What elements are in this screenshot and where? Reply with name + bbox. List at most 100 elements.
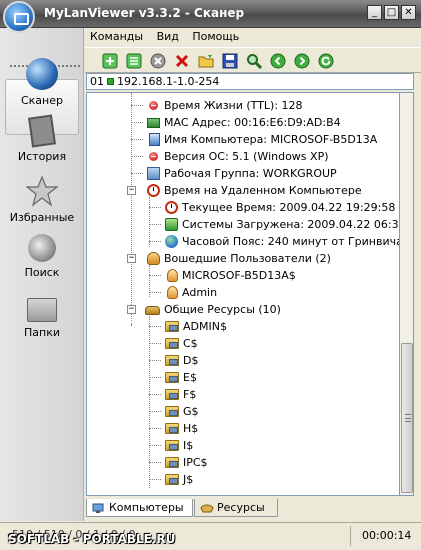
tree-row[interactable]: C$	[87, 335, 397, 352]
refresh-icon[interactable]	[317, 52, 335, 69]
tree-row[interactable]: MAC Адрес: 00:16:E6:D9:AD:B4	[87, 114, 397, 131]
share-icon	[145, 306, 160, 315]
tree-row[interactable]: Часовой Пояс: 240 минут от Гринвича	[87, 233, 399, 250]
tree-row[interactable]: Рабочая Группа: WORKGROUP	[87, 165, 397, 182]
workgroup-icon	[147, 167, 160, 180]
title-bar: MyLanViewer v3.3.2 - Сканер _ □ ✕	[0, 0, 421, 28]
tree-row[interactable]: I$	[87, 437, 397, 454]
sidebar-item-scanner[interactable]: Сканер	[0, 58, 84, 107]
sidebar-item-label: Папки	[24, 326, 60, 339]
tree-connector	[131, 122, 143, 123]
sidebar-item-history[interactable]: История	[0, 114, 84, 163]
tree-connector	[149, 241, 161, 242]
tree-row[interactable]: Текущее Время: 2009.04.22 19:29:58	[87, 199, 397, 216]
maximize-button[interactable]: □	[384, 5, 399, 20]
tree-row[interactable]: G$	[87, 403, 397, 420]
tree-row-label: G$	[183, 405, 199, 418]
tree-row-label: Admin	[182, 286, 218, 299]
clock-icon	[147, 184, 160, 197]
tree-connector	[149, 479, 161, 480]
tree-connector	[149, 275, 161, 276]
tab-computers[interactable]: Компьютеры	[86, 499, 193, 517]
tree-view[interactable]: Время Жизни (TTL): 128 MAC Адрес: 00:16:…	[86, 92, 400, 496]
tree-row[interactable]: MICROSOF-B5D13A$	[87, 267, 397, 284]
globe-icon	[26, 58, 58, 90]
tree-row-label: Системы Загружена: 2009.04.22 06:32:23	[182, 218, 400, 231]
menu-help[interactable]: Помощь	[187, 28, 244, 45]
menu-view[interactable]: Вид	[152, 28, 184, 45]
collapse-toggle[interactable]: −	[127, 186, 136, 195]
sidebar-item-label: Избранные	[9, 211, 75, 224]
tree-row[interactable]: − Вошедшие Пользователи (2)	[87, 250, 397, 267]
tree-row[interactable]: D$	[87, 352, 397, 369]
tree-row[interactable]: Системы Загружена: 2009.04.22 06:32:23	[87, 216, 400, 233]
sidebar-item-search[interactable]: Поиск	[0, 234, 84, 279]
star-icon	[25, 175, 59, 207]
globe-icon	[165, 235, 178, 248]
back-icon[interactable]	[269, 52, 287, 69]
green-box-icon	[165, 218, 178, 231]
computer-icon	[149, 133, 160, 146]
tree-row-label: Имя Компьютера: MICROSOF-B5D13A	[164, 133, 378, 146]
add-green-icon-2[interactable]	[125, 52, 143, 69]
tree-row[interactable]: − Общие Ресурсы (10)	[87, 301, 397, 318]
sidebar-item-folders[interactable]: Папки	[0, 294, 84, 339]
tree-connector	[131, 173, 143, 174]
grip-icon	[405, 414, 411, 422]
tree-connector	[131, 156, 143, 157]
minimize-button[interactable]: _	[367, 5, 382, 20]
tab-resources[interactable]: Ресурсы	[194, 499, 278, 517]
search-icon[interactable]	[245, 52, 263, 69]
stop-icon[interactable]	[149, 52, 167, 69]
tree-row[interactable]: − Время на Удаленном Компьютере	[87, 182, 397, 199]
tree-connector	[149, 394, 161, 395]
tree-row[interactable]: Имя Компьютера: MICROSOF-B5D13A	[87, 131, 397, 148]
shared-folder-icon	[165, 474, 179, 485]
status-divider	[350, 526, 351, 546]
open-folder-icon[interactable]	[197, 52, 215, 69]
tree-row-label: D$	[183, 354, 199, 367]
tree-row[interactable]: IPC$	[87, 454, 397, 471]
status-timer: 00:00:14	[362, 529, 412, 542]
tree-row-label: IPC$	[183, 456, 208, 469]
tree-row[interactable]: J$	[87, 471, 397, 488]
tree-connector	[149, 224, 161, 225]
tree-row[interactable]: H$	[87, 420, 397, 437]
add-green-icon[interactable]	[101, 52, 119, 69]
tree-row-label: Время на Удаленном Компьютере	[164, 184, 362, 197]
tree-row-label: J$	[183, 473, 194, 486]
tree-row-label: E$	[183, 371, 197, 384]
tree-connector	[149, 462, 161, 463]
tree-connector	[131, 105, 143, 106]
save-icon[interactable]	[221, 52, 239, 69]
tree-connector	[149, 411, 161, 412]
tree-connector	[149, 343, 161, 344]
sidebar-item-favorites[interactable]: Избранные	[0, 175, 84, 224]
shared-folder-icon	[165, 423, 179, 434]
shared-folder-icon	[165, 440, 179, 451]
collapse-toggle[interactable]: −	[127, 305, 136, 314]
close-button[interactable]: ✕	[401, 5, 416, 20]
tab-label: Компьютеры	[109, 501, 184, 514]
tree-row[interactable]: Время Жизни (TTL): 128	[87, 97, 397, 114]
collapse-toggle[interactable]: −	[127, 254, 136, 263]
scrollbar-thumb[interactable]	[401, 343, 413, 493]
tree-connector	[131, 139, 143, 140]
tree-scrollbar[interactable]	[400, 92, 414, 496]
tree-row[interactable]: F$	[87, 386, 397, 403]
status-bar: 510 / 510 / 0 / 1 / 0 / 0 SOFTLAB - PORT…	[0, 522, 421, 550]
user-icon	[167, 269, 178, 282]
share-icon	[200, 502, 214, 513]
sidebar-item-label: Сканер	[20, 94, 63, 107]
tree-row[interactable]: E$	[87, 369, 397, 386]
tree-connector	[149, 292, 161, 293]
forward-icon[interactable]	[293, 52, 311, 69]
tree-row[interactable]: Admin	[87, 284, 397, 301]
tree-row-label: Вошедшие Пользователи (2)	[164, 252, 331, 265]
tree-row[interactable]: ADMIN$	[87, 318, 397, 335]
address-input[interactable]: 01 192.168.1-1.0-254	[86, 73, 414, 90]
tree-row-label: ADMIN$	[183, 320, 227, 333]
menu-commands[interactable]: Команды	[85, 28, 148, 45]
delete-icon[interactable]	[173, 52, 191, 69]
tree-row[interactable]: Версия ОС: 5.1 (Windows XP)	[87, 148, 397, 165]
